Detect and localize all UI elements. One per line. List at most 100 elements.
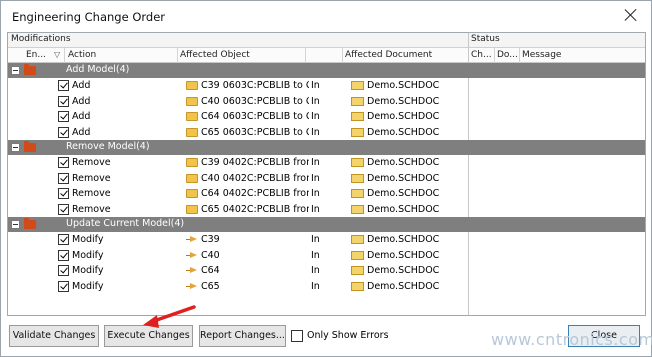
table-row[interactable]: Modify C40 In Demo.SCHDOC: [8, 248, 645, 263]
affected-object-cell: C39 0603C:PCBLIB to C39: [201, 80, 309, 92]
enable-checkbox[interactable]: [58, 172, 69, 184]
category-row[interactable]: Remove Model(4): [8, 140, 645, 156]
modifications-header: Modifications: [11, 34, 71, 44]
column-header-row: En... ▽ Action Affected Object Affected …: [8, 48, 645, 63]
library-folder-icon: [186, 158, 198, 168]
component-icon: [186, 267, 199, 274]
action-cell: Modify: [72, 249, 104, 261]
category-row[interactable]: Add Model(4): [8, 63, 645, 79]
enable-checkbox[interactable]: [58, 265, 69, 277]
affected-document-cell: Demo.SCHDOC: [367, 172, 440, 184]
folder-icon: [24, 141, 36, 152]
schematic-doc-icon: [351, 173, 364, 183]
schematic-doc-icon: [351, 266, 364, 276]
table-row[interactable]: Modify C64 In Demo.SCHDOC: [8, 263, 645, 278]
enable-checkbox[interactable]: [58, 126, 69, 138]
action-cell: Modify: [72, 234, 104, 246]
affected-document-cell: Demo.SCHDOC: [367, 95, 440, 107]
schematic-doc-icon: [351, 189, 364, 199]
status-header: Status: [471, 34, 500, 44]
only-show-errors-checkbox[interactable]: [291, 330, 303, 342]
enable-checkbox[interactable]: [58, 95, 69, 107]
schematic-doc-icon: [351, 281, 364, 291]
col-affected-document[interactable]: Affected Document: [345, 50, 432, 60]
table-row[interactable]: Remove C64 0402C:PCBLIB from CIn Demo.SCHD…: [8, 186, 645, 201]
collapse-icon[interactable]: [11, 143, 20, 152]
affected-object-cell: C64 0603C:PCBLIB to C64: [201, 111, 309, 123]
affected-document-cell: Demo.SCHDOC: [367, 80, 440, 92]
col-check[interactable]: Ch...: [471, 50, 492, 60]
action-cell: Remove: [72, 188, 111, 200]
in-cell: In: [311, 80, 320, 92]
affected-document-cell: Demo.SCHDOC: [367, 188, 440, 200]
library-folder-icon: [186, 173, 198, 183]
in-cell: In: [311, 95, 320, 107]
dialog-title: Engineering Change Order: [12, 10, 166, 24]
close-icon[interactable]: [623, 7, 639, 23]
eco-dialog: Engineering Change Order Modifications S…: [0, 0, 652, 357]
report-changes-button[interactable]: Report Changes...: [199, 325, 286, 347]
enable-checkbox[interactable]: [58, 80, 69, 92]
action-cell: Add: [72, 126, 91, 138]
in-cell: In: [311, 188, 320, 200]
affected-object-cell: C40: [201, 249, 220, 261]
enable-checkbox[interactable]: [58, 157, 69, 169]
table-row[interactable]: Remove C39 0402C:PCBLIB from CIn Demo.SCHD…: [8, 155, 645, 170]
affected-object-cell: C64 0402C:PCBLIB from C: [201, 188, 309, 200]
table-row[interactable]: Remove C65 0402C:PCBLIB from CIn Demo.SCHD…: [8, 202, 645, 217]
changes-grid: Modifications Status En... ▽ Action Affe…: [7, 32, 646, 316]
affected-object-cell: C40 0402C:PCBLIB from C: [201, 172, 309, 184]
action-cell: Add: [72, 80, 91, 92]
schematic-doc-icon: [351, 235, 364, 245]
table-row[interactable]: Add C40 0603C:PCBLIB to C40In Demo.SCHDOC: [8, 94, 645, 109]
in-cell: In: [311, 234, 320, 246]
table-row[interactable]: Add C65 0603C:PCBLIB to C65In Demo.SCHDOC: [8, 125, 645, 140]
table-row[interactable]: Modify C39 In Demo.SCHDOC: [8, 232, 645, 247]
col-enable[interactable]: En...: [26, 50, 46, 60]
enable-checkbox[interactable]: [58, 280, 69, 292]
in-cell: In: [311, 265, 320, 277]
action-cell: Remove: [72, 157, 111, 169]
collapse-icon[interactable]: [11, 220, 20, 229]
validate-changes-button[interactable]: Validate Changes: [9, 325, 99, 347]
category-label: Add Model(4): [66, 64, 130, 75]
action-cell: Remove: [72, 203, 111, 215]
collapse-icon[interactable]: [11, 66, 20, 75]
enable-checkbox[interactable]: [58, 249, 69, 261]
col-action[interactable]: Action: [68, 50, 96, 60]
affected-object-cell: C64: [201, 265, 220, 277]
enable-checkbox[interactable]: [58, 188, 69, 200]
filter-icon[interactable]: ▽: [54, 50, 60, 59]
affected-document-cell: Demo.SCHDOC: [367, 157, 440, 169]
in-cell: In: [311, 172, 320, 184]
category-row[interactable]: Update Current Model(4): [8, 217, 645, 233]
category-label: Remove Model(4): [66, 141, 150, 152]
action-cell: Modify: [72, 280, 104, 292]
col-message[interactable]: Message: [522, 50, 561, 60]
affected-object-cell: C65 0402C:PCBLIB from C: [201, 203, 309, 215]
library-folder-icon: [186, 96, 198, 106]
schematic-doc-icon: [351, 112, 364, 122]
affected-document-cell: Demo.SCHDOC: [367, 111, 440, 123]
col-affected-object[interactable]: Affected Object: [180, 50, 250, 60]
only-show-errors-label: Only Show Errors: [307, 330, 389, 341]
component-icon: [186, 236, 199, 243]
red-arrow-annotation: [143, 305, 196, 328]
in-cell: In: [311, 111, 320, 123]
action-cell: Remove: [72, 172, 111, 184]
schematic-doc-icon: [351, 250, 364, 260]
col-done[interactable]: Do...: [497, 50, 518, 60]
in-cell: In: [311, 203, 320, 215]
enable-checkbox[interactable]: [58, 111, 69, 123]
schematic-doc-icon: [351, 96, 364, 106]
enable-checkbox[interactable]: [58, 234, 69, 246]
library-folder-icon: [186, 204, 198, 214]
enable-checkbox[interactable]: [58, 203, 69, 215]
table-row[interactable]: Add C39 0603C:PCBLIB to C39In Demo.SCHDOC: [8, 78, 645, 93]
in-cell: In: [311, 249, 320, 261]
table-row[interactable]: Modify C65 In Demo.SCHDOC: [8, 279, 645, 294]
table-row[interactable]: Remove C40 0402C:PCBLIB from CIn Demo.SCHD…: [8, 171, 645, 186]
table-row[interactable]: Add C64 0603C:PCBLIB to C64In Demo.SCHDOC: [8, 109, 645, 124]
affected-object-cell: C65 0603C:PCBLIB to C65: [201, 126, 309, 138]
library-folder-icon: [186, 189, 198, 199]
